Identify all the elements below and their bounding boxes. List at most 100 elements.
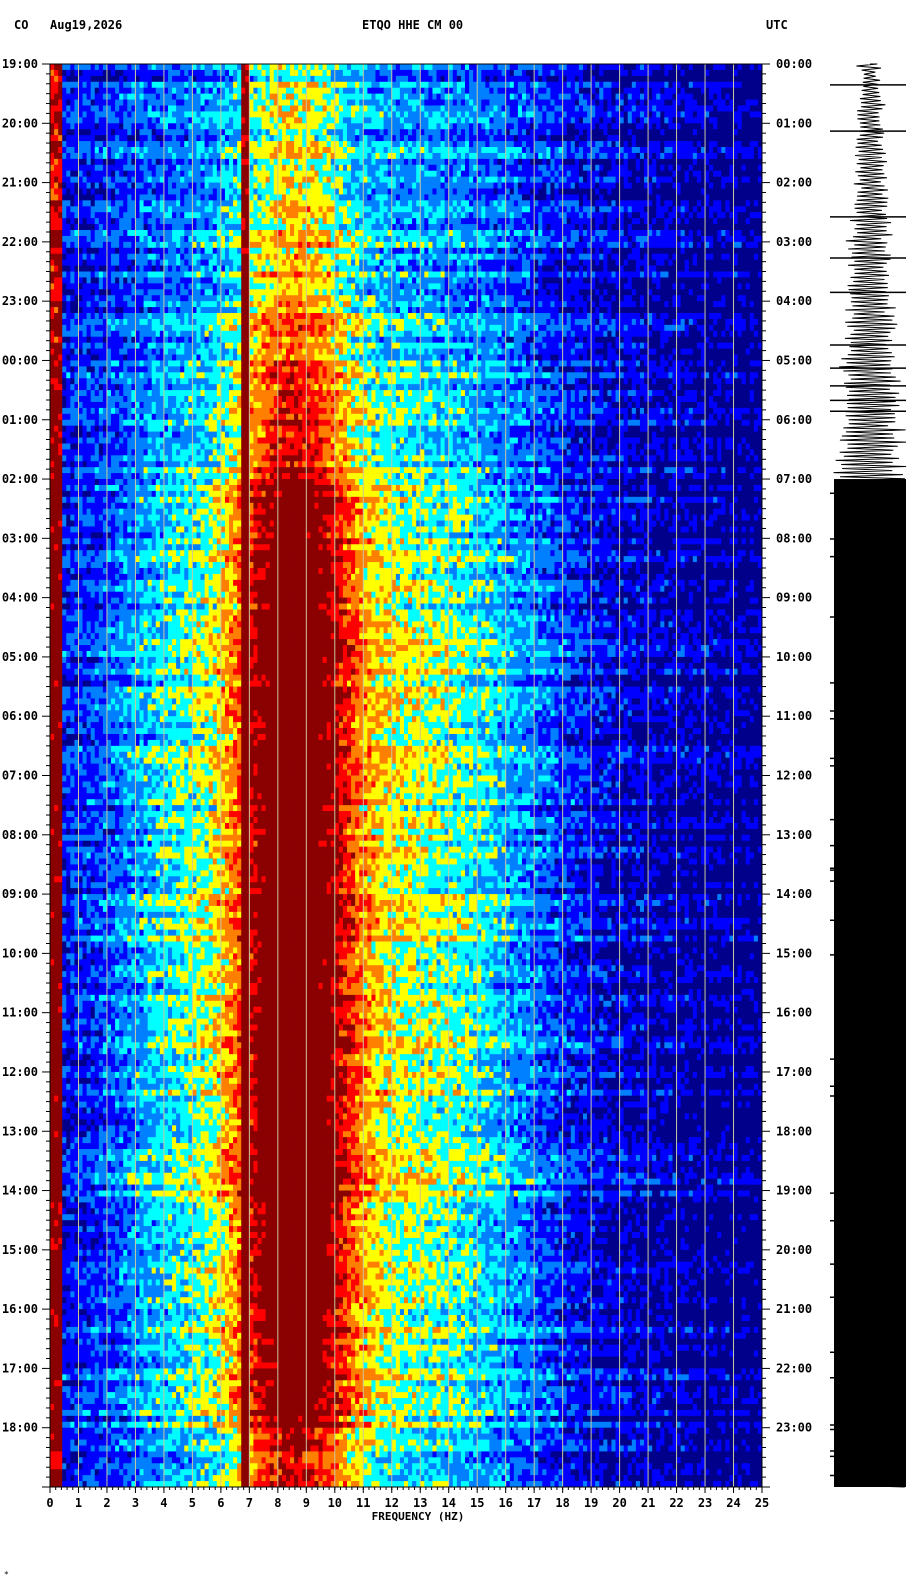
heatmap-cell xyxy=(684,87,690,94)
heatmap-cell xyxy=(635,117,641,124)
heatmap-cell xyxy=(660,182,665,189)
heatmap-cell xyxy=(554,99,559,106)
heatmap-cell xyxy=(464,123,470,130)
heatmap-cell xyxy=(54,99,59,106)
heatmap-cell xyxy=(542,123,547,130)
heatmap-cell xyxy=(237,93,242,100)
heatmap-cell xyxy=(741,200,747,207)
heatmap-cell xyxy=(151,111,157,118)
heatmap-cell xyxy=(111,182,116,189)
heatmap-cell xyxy=(562,200,568,207)
heatmap-cell xyxy=(582,81,588,89)
heatmap-cell xyxy=(322,188,327,195)
heatmap-cell xyxy=(745,176,751,183)
heatmap-cell xyxy=(363,81,368,89)
heatmap-cell xyxy=(521,152,527,160)
heatmap-cell xyxy=(224,111,230,118)
heatmap-cell xyxy=(265,176,270,183)
heatmap-cell xyxy=(648,188,653,195)
heatmap-cell xyxy=(306,117,311,124)
heatmap-cell xyxy=(257,170,262,177)
heatmap-cell xyxy=(452,64,458,71)
heatmap-cell xyxy=(78,158,83,166)
heatmap-cell xyxy=(383,224,388,231)
heatmap-cell xyxy=(172,129,177,136)
heatmap-cell xyxy=(310,188,315,195)
heatmap-cell xyxy=(595,212,600,219)
heatmap-cell xyxy=(631,224,637,231)
heatmap-cell xyxy=(94,200,100,207)
heatmap-cell xyxy=(737,75,742,83)
heatmap-cell xyxy=(265,117,270,124)
heatmap-cell xyxy=(367,182,372,189)
heatmap-cell xyxy=(167,147,173,154)
heatmap-cell xyxy=(432,194,437,201)
heatmap-cell xyxy=(591,64,596,71)
heatmap-cell xyxy=(717,182,722,189)
heatmap-cell xyxy=(595,141,600,148)
heatmap-cell xyxy=(241,194,246,201)
heatmap-cell xyxy=(440,135,445,142)
heatmap-cell xyxy=(684,105,690,112)
heatmap-cell xyxy=(648,182,653,189)
heatmap-cell xyxy=(196,152,201,160)
heatmap-cell xyxy=(58,218,63,225)
heatmap-cell xyxy=(578,69,584,77)
heatmap-cell xyxy=(619,123,624,130)
heatmap-cell xyxy=(257,81,262,89)
heatmap-cell xyxy=(741,176,747,183)
heatmap-cell xyxy=(676,105,681,112)
heatmap-cell xyxy=(403,87,409,94)
heatmap-cell xyxy=(505,129,511,136)
heatmap-cell xyxy=(460,194,466,201)
heatmap-cell xyxy=(192,230,197,237)
heatmap-cell xyxy=(692,152,698,160)
heatmap-cell xyxy=(753,147,759,154)
heatmap-cell xyxy=(342,129,348,136)
heatmap-cell xyxy=(542,99,547,106)
heatmap-cell xyxy=(546,93,551,100)
heatmap-cell xyxy=(314,93,319,100)
heatmap-cell xyxy=(58,170,63,177)
heatmap-cell xyxy=(318,176,323,183)
heatmap-cell xyxy=(725,129,730,136)
heatmap-cell xyxy=(115,218,120,225)
heatmap-cell xyxy=(452,81,458,89)
heatmap-cell xyxy=(180,176,185,183)
heatmap-cell xyxy=(265,81,270,89)
heatmap-cell xyxy=(489,87,494,94)
heatmap-cell xyxy=(485,123,490,130)
heatmap-cell xyxy=(371,218,376,225)
heatmap-cell xyxy=(692,64,698,71)
heatmap-cell xyxy=(294,200,299,207)
heatmap-cell xyxy=(395,129,401,136)
heatmap-cell xyxy=(534,188,539,195)
heatmap-cell xyxy=(94,182,100,189)
heatmap-cell xyxy=(241,147,246,154)
heatmap-cell xyxy=(493,170,498,177)
heatmap-cell xyxy=(578,176,584,183)
heatmap-cell xyxy=(505,212,511,219)
heatmap-cell xyxy=(351,105,356,112)
heatmap-cell xyxy=(692,87,698,94)
heatmap-cell xyxy=(371,152,376,160)
heatmap-cell xyxy=(623,141,629,148)
heatmap-cell xyxy=(86,230,91,237)
heatmap-cell xyxy=(408,158,413,166)
heatmap-cell xyxy=(94,129,100,136)
heatmap-cell xyxy=(253,176,258,183)
heatmap-cell xyxy=(554,170,559,177)
heatmap-cell xyxy=(493,99,498,106)
heatmap-cell xyxy=(440,105,445,112)
heatmap-cell xyxy=(119,87,124,94)
heatmap-cell xyxy=(517,135,523,142)
heatmap-cell xyxy=(546,117,551,124)
heatmap-cell xyxy=(90,200,96,207)
heatmap-cell xyxy=(436,64,441,71)
heatmap-cell xyxy=(367,194,372,201)
heatmap-cell xyxy=(342,152,348,160)
heatmap-cell xyxy=(180,158,185,166)
heatmap-cell xyxy=(265,218,270,225)
heatmap-cell xyxy=(526,105,531,112)
heatmap-cell xyxy=(70,182,75,189)
